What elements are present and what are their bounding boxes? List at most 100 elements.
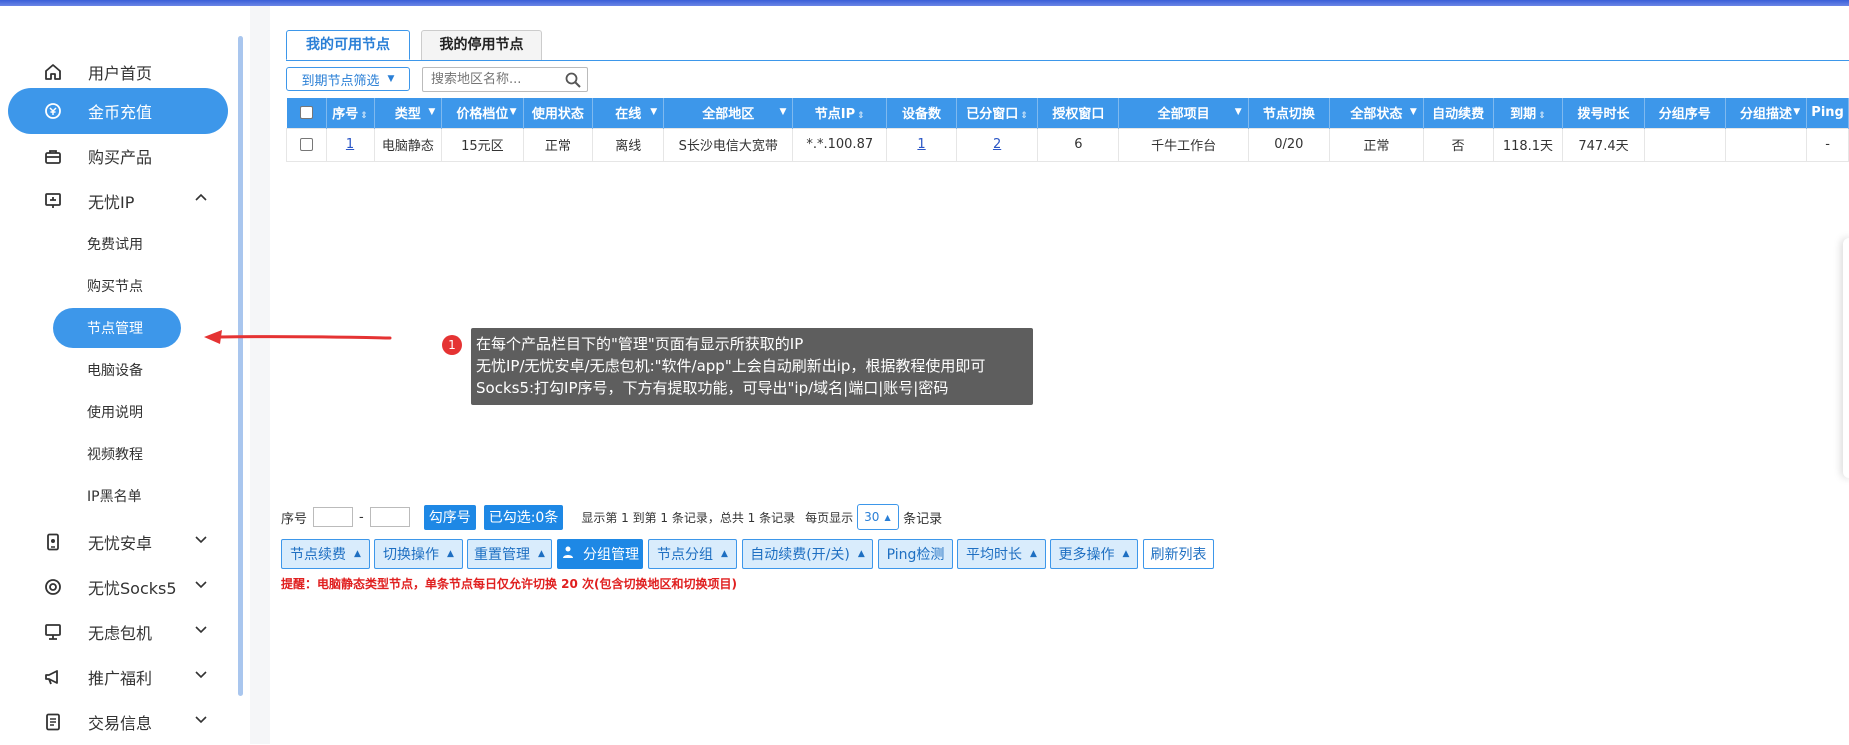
sort-icon: ⇕ — [1538, 111, 1546, 122]
header-devices[interactable]: 设备数 — [886, 98, 957, 128]
sidebar-item-label: 购买产品 — [88, 148, 153, 167]
node-group-button[interactable]: 节点分组 ▲ — [648, 539, 737, 569]
per-page-select[interactable]: 30 ▲ — [857, 504, 900, 530]
header-dial[interactable]: 拨号时长 — [1562, 98, 1645, 128]
cell-use-status: 正常 — [522, 127, 594, 162]
cell-windows-link[interactable]: 2 — [993, 137, 1001, 152]
annotation-line: 无忧IP/无忧安卓/无虑包机:"软件/app"上会自动刷新出ip，根据教程使用即… — [476, 357, 986, 375]
monitor-icon — [38, 192, 68, 210]
auto-renew-toggle-button[interactable]: 自动续费(开/关) ▲ — [742, 539, 873, 569]
header-ip[interactable]: 节点IP ⇕ — [792, 98, 888, 128]
chevron-up-icon — [194, 191, 208, 209]
header-ping[interactable]: Ping — [1806, 98, 1849, 128]
checked-count-button[interactable]: 已勾选:0条 — [483, 504, 564, 530]
row-checkbox[interactable] — [299, 138, 313, 151]
sidebar-divider — [250, 6, 270, 744]
header-seq[interactable]: 序号 ⇕ — [326, 98, 375, 128]
header-expire[interactable]: 到期 ⇕ — [1493, 98, 1564, 128]
row-seq-link[interactable]: 1 — [346, 137, 354, 152]
annotation-line: Socks5:打勾IP序号，下方有提取功能，可导出"ip/域名|端口|账号|密码 — [476, 379, 949, 397]
cell-renew: 否 — [1422, 127, 1494, 162]
reset-management-button[interactable]: 重置管理 ▲ — [467, 539, 552, 569]
home-icon — [38, 63, 68, 81]
header-status[interactable]: 全部状态 ▼ — [1329, 98, 1424, 128]
header-region[interactable]: 全部地区 ▼ — [663, 98, 794, 128]
sidebar-item-label: 金币充值 — [88, 103, 153, 122]
region-search-input[interactable] — [423, 68, 558, 91]
tab-available-nodes[interactable]: 我的可用节点 — [286, 30, 410, 60]
sidebar-subitem-video-tutorial[interactable]: 视频教程 — [53, 434, 181, 474]
sidebar-item-wuyou-ip[interactable]: 无忧IP — [8, 178, 228, 224]
caret-down-icon: ▼ — [428, 107, 436, 117]
sidebar-scrollbar[interactable] — [238, 36, 243, 696]
seq-from-input[interactable] — [313, 507, 354, 527]
node-table: 序号 ⇕ 类型 ▼ 价格档位 ▼ 使用状态 在线 ▼ 全部地区 ▼ 节点IP ⇕ 设备数 已… — [286, 98, 1849, 162]
document-icon — [38, 713, 68, 731]
caret-down-icon: ▼ — [509, 107, 517, 117]
sidebar-subitem-buy-node[interactable]: 购买节点 — [53, 266, 181, 306]
header-online[interactable]: 在线 ▼ — [592, 98, 665, 128]
tab-disabled-nodes[interactable]: 我的停用节点 — [421, 30, 542, 60]
caret-up-icon: ▲ — [884, 512, 891, 522]
cell-auth: 6 — [1037, 127, 1120, 162]
header-group-desc[interactable]: 分组描述 ▼ — [1725, 98, 1808, 128]
more-operations-button[interactable]: 更多操作 ▲ — [1050, 539, 1138, 569]
caret-up-icon: ▲ — [538, 549, 545, 559]
cell-ip: *.*.100.87 — [792, 127, 888, 162]
search-icon[interactable] — [564, 71, 582, 89]
renew-nodes-button[interactable]: 节点续费 ▲ — [281, 539, 370, 569]
check-seq-button[interactable]: 勾序号 — [423, 504, 476, 530]
sidebar-subitem-free-trial[interactable]: 免费试用 — [53, 224, 181, 264]
header-switch[interactable]: 节点切换 — [1248, 98, 1330, 128]
header-select-all[interactable] — [286, 98, 327, 128]
header-project[interactable]: 全部项目 ▼ — [1118, 98, 1249, 128]
sidebar-item-label: 无忧Socks5 — [88, 579, 177, 598]
header-type[interactable]: 类型 ▼ — [374, 98, 443, 128]
cell-price: 15元区 — [441, 127, 524, 162]
sidebar-subitem-ip-blacklist[interactable]: IP黑名单 — [53, 476, 181, 516]
annotation-tooltip: 在每个产品栏目下的"管理"页面有显示所获取的IP 无忧IP/无忧安卓/无虑包机:… — [471, 328, 1033, 405]
switch-operation-button[interactable]: 切换操作 ▲ — [374, 539, 463, 569]
expire-filter-dropdown[interactable]: 到期节点筛选 ▼ — [286, 67, 410, 91]
header-price[interactable]: 价格档位 ▼ — [441, 98, 524, 128]
cell-devices-link[interactable]: 1 — [917, 137, 925, 152]
sidebar-subitem-node-management[interactable]: 节点管理 — [53, 308, 181, 348]
caret-up-icon: ▲ — [1030, 549, 1037, 559]
average-duration-button[interactable]: 平均时长 ▲ — [957, 539, 1046, 569]
chevron-down-icon — [194, 577, 208, 595]
cell-online: 离线 — [592, 127, 665, 162]
caret-up-icon: ▲ — [1122, 549, 1130, 559]
sidebar-item-wuyou-android[interactable]: 无忧安卓 — [8, 519, 228, 565]
chevron-down-icon — [194, 712, 208, 730]
refresh-list-button[interactable]: 刷新列表 — [1143, 539, 1214, 569]
table-header-row: 序号 ⇕ 类型 ▼ 价格档位 ▼ 使用状态 在线 ▼ 全部地区 ▼ 节点IP ⇕ 设备数 已… — [286, 98, 1849, 128]
ping-test-button[interactable]: Ping检测 — [878, 539, 953, 569]
header-group-seq[interactable]: 分组序号 — [1644, 98, 1726, 128]
sidebar-subitem-pc-devices[interactable]: 电脑设备 — [53, 350, 181, 390]
record-info: 显示第 1 到第 1 条记录，总共 1 条记录 — [581, 510, 796, 525]
sort-icon: ⇕ — [360, 111, 368, 122]
select-all-checkbox[interactable] — [299, 106, 313, 120]
header-auth[interactable]: 授权窗口 — [1037, 98, 1120, 128]
tab-underline — [286, 60, 1849, 61]
header-renew[interactable]: 自动续费 — [1423, 98, 1494, 128]
header-use-status[interactable]: 使用状态 — [523, 98, 594, 128]
cell-group-seq — [1643, 127, 1726, 162]
chevron-down-icon — [194, 622, 208, 640]
sidebar-item-label: 推广福利 — [88, 669, 153, 688]
sidebar-item-recharge[interactable]: 金币充值 — [8, 88, 228, 134]
sidebar-subitem-instructions[interactable]: 使用说明 — [53, 392, 181, 432]
sidebar-item-wuyou-socks5[interactable]: 无忧Socks5 — [8, 564, 228, 610]
sidebar-item-promotion[interactable]: 推广福利 — [8, 654, 228, 700]
header-windows[interactable]: 已分窗口 ⇕ — [956, 98, 1039, 128]
sidebar-item-buy-product[interactable]: 购买产品 — [8, 133, 228, 179]
sidebar-item-transactions[interactable]: 交易信息 — [8, 699, 228, 745]
cell-type: 电脑静态 — [373, 127, 443, 162]
sidebar-item-wulv-baoji[interactable]: 无虑包机 — [8, 609, 228, 655]
side-float-panel[interactable] — [1843, 238, 1849, 478]
chevron-down-icon — [194, 667, 208, 685]
group-management-button[interactable]: 分组管理 — [557, 539, 643, 569]
table-row: 1 电脑静态 15元区 正常 离线 S长沙电信大宽带 *.*.100.87 1 … — [286, 127, 1849, 162]
seq-to-input[interactable] — [369, 507, 410, 527]
caret-up-icon: ▲ — [721, 549, 728, 559]
